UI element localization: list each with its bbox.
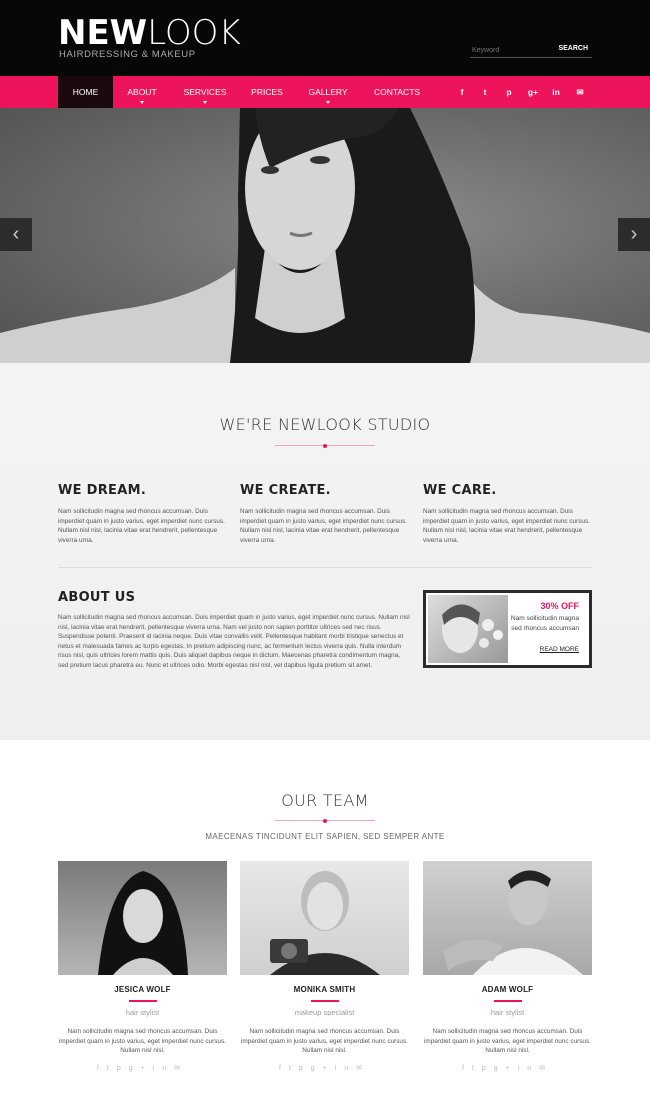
member-role: makeup specialist [294, 1008, 355, 1017]
email-icon[interactable]: ✉ [573, 76, 587, 108]
logo-light: LOOK [147, 13, 241, 53]
team-card: ADAM WOLF hair stylist Nam sollicitudin … [423, 861, 592, 1072]
nav-prices[interactable]: PRICES [245, 76, 289, 108]
twitter-icon[interactable]: t [289, 1065, 299, 1072]
caret-down-icon [325, 101, 330, 104]
facebook-icon[interactable]: f [279, 1065, 289, 1072]
logo[interactable]: NEWLOOK [58, 14, 241, 52]
google-plus-icon[interactable]: g+ [526, 76, 540, 108]
feature-title: WE CARE. [423, 483, 497, 498]
nav-about[interactable]: ABOUT [116, 76, 168, 108]
caret-down-icon [139, 101, 144, 104]
read-more-link[interactable]: READ MORE [540, 646, 579, 653]
divider-dot [323, 818, 327, 823]
linkedin-icon[interactable]: in [518, 1065, 539, 1072]
team-card: JESICA WOLF hair stylist Nam sollicitudi… [58, 861, 227, 1072]
linkedin-icon[interactable]: in [549, 76, 563, 108]
facebook-icon[interactable]: f [97, 1065, 107, 1072]
member-role: hair stylist [490, 1008, 525, 1017]
member-social: ftpg+in✉ [423, 1064, 592, 1072]
name-underline [493, 1000, 522, 1002]
section-divider [275, 818, 375, 823]
promo-banner[interactable]: 30% OFF Nam sollicitudin magna sed rhonc… [423, 590, 592, 668]
facebook-icon[interactable]: f [462, 1065, 472, 1072]
search-box: SEARCH [470, 44, 592, 58]
team-title: OUR TEAM [281, 791, 369, 810]
member-name: JESICA WOLF [114, 985, 171, 994]
member-social: ftpg+in✉ [58, 1064, 227, 1072]
name-underline [128, 1000, 157, 1002]
slider-prev-arrow[interactable]: ‹ [0, 218, 32, 251]
about-us: ABOUT US Nam sollicitudin magna sed rhon… [58, 590, 410, 671]
member-name: MONIKA SMITH [293, 985, 356, 994]
name-underline [310, 1000, 339, 1002]
team-photo [423, 861, 592, 975]
nav-gallery-label: GALLERY [308, 87, 348, 97]
twitter-icon[interactable]: t [478, 76, 492, 108]
team-subtitle: MAECENAS TINCIDUNT ELIT SAPIEN, SED SEMP… [205, 832, 445, 841]
twitter-icon[interactable]: t [107, 1065, 117, 1072]
studio-title: WE'RE NEWLOOK STUDIO [219, 415, 431, 434]
email-icon[interactable]: ✉ [174, 1065, 188, 1072]
email-icon[interactable]: ✉ [539, 1065, 553, 1072]
hero-model-image [0, 108, 650, 363]
nav-services[interactable]: SERVICES [178, 76, 232, 108]
nav-about-label: ABOUT [127, 87, 157, 97]
google-plus-icon[interactable]: g+ [311, 1065, 335, 1072]
logo-bold: NEW [58, 13, 148, 53]
tagline: HAIRDRESSING & MAKEUP [59, 49, 196, 60]
about-text: Nam sollicitudin magna sed rhoncus accum… [58, 614, 410, 669]
linkedin-icon[interactable]: in [153, 1065, 174, 1072]
nav-contacts[interactable]: CONTACTS [367, 76, 427, 108]
divider-line [58, 567, 592, 568]
team-photo [58, 861, 227, 975]
feature-text: Nam sollicitudin magna sed rhoncus accum… [423, 508, 590, 544]
member-text: Nam sollicitudin magna sed rhoncus accum… [241, 1028, 408, 1054]
main-nav: HOME ABOUT SERVICES PRICES GALLERY CONTA… [0, 76, 650, 108]
header: NEWLOOK HAIRDRESSING & MAKEUP SEARCH [0, 0, 650, 76]
promo-discount: 30% OFF [540, 601, 579, 611]
feature-column: WE DREAM. Nam sollicitudin magna sed rho… [58, 483, 228, 545]
search-button[interactable]: SEARCH [558, 45, 588, 52]
nav-gallery[interactable]: GALLERY [303, 76, 353, 108]
member-text: Nam sollicitudin magna sed rhoncus accum… [59, 1028, 226, 1054]
search-input[interactable] [472, 44, 552, 57]
promo-image [428, 595, 508, 663]
pinterest-icon[interactable]: p [299, 1065, 311, 1072]
member-social: ftpg+in✉ [240, 1064, 409, 1072]
member-text: Nam sollicitudin magna sed rhoncus accum… [424, 1028, 591, 1054]
hero-slider: ‹ › [0, 108, 650, 363]
linkedin-icon[interactable]: in [335, 1065, 356, 1072]
twitter-icon[interactable]: t [472, 1065, 482, 1072]
divider-dot [323, 443, 327, 448]
google-plus-icon[interactable]: g+ [494, 1065, 518, 1072]
team-photo [240, 861, 409, 975]
member-name: ADAM WOLF [481, 985, 534, 994]
feature-title: WE CREATE. [240, 483, 331, 498]
slider-next-arrow[interactable]: › [618, 218, 650, 251]
google-plus-icon[interactable]: g+ [129, 1065, 153, 1072]
feature-title: WE DREAM. [58, 483, 147, 498]
member-role: hair stylist [125, 1008, 160, 1017]
about-title: ABOUT US [58, 590, 136, 605]
feature-column: WE CARE. Nam sollicitudin magna sed rhon… [423, 483, 593, 545]
section-divider [275, 443, 375, 448]
pinterest-icon[interactable]: p [117, 1065, 129, 1072]
nav-home[interactable]: HOME [58, 76, 113, 108]
email-icon[interactable]: ✉ [356, 1065, 370, 1072]
promo-text: Nam sollicitudin magna sed rhoncus accum… [510, 615, 579, 632]
team-card: MONIKA SMITH makeup specialist Nam solli… [240, 861, 409, 1072]
caret-down-icon [202, 101, 207, 104]
promo-face-illustration [442, 604, 503, 653]
feature-text: Nam sollicitudin magna sed rhoncus accum… [58, 508, 225, 544]
facebook-icon[interactable]: f [455, 76, 469, 108]
pinterest-icon[interactable]: p [502, 76, 516, 108]
feature-column: WE CREATE. Nam sollicitudin magna sed rh… [240, 483, 410, 545]
feature-text: Nam sollicitudin magna sed rhoncus accum… [240, 508, 407, 544]
pinterest-icon[interactable]: p [482, 1065, 494, 1072]
nav-services-label: SERVICES [183, 87, 227, 97]
